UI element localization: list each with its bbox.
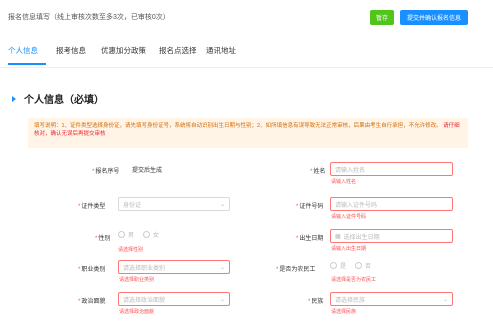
id-type-label: *证件类型 (78, 204, 106, 210)
save-draft-button[interactable]: 暂存 (370, 10, 394, 25)
migrant-label: *是否为农民工 (276, 267, 316, 273)
tab-address[interactable]: 通讯地址 (206, 45, 236, 56)
chevron-down-icon: ⌄ (219, 297, 225, 303)
chevron-right-icon (12, 95, 16, 102)
id-type-value: 身份证 (123, 202, 142, 209)
radio-female[interactable] (143, 231, 151, 238)
birth-date-picker[interactable]: ▦ 选择出生日期 (330, 229, 453, 243)
birth-date-label: *出生日期 (296, 236, 324, 242)
notice-text: 填写说明：1、证件类型选择身份证，请先填写身份证号，系统将自动识别出生日期与性别… (34, 123, 442, 129)
political-select[interactable]: 请选择政治面貌 ⌄ (118, 292, 230, 306)
occupation-error: 请选择职业类别 (119, 277, 155, 283)
occupation-label: *职业类别 (78, 267, 106, 273)
gender-radio-group[interactable]: 男 女 (112, 230, 159, 239)
political-error: 请选择政治面貌 (119, 309, 155, 315)
tab-exam-info[interactable]: 报考信息 (56, 45, 86, 56)
occupation-select[interactable]: 请选择职业类别 ⌄ (118, 260, 230, 274)
ethnicity-select[interactable]: 请选择民族 ⌄ (330, 292, 453, 306)
ethnicity-error: 请选择民族 (331, 309, 357, 315)
section-title: 个人信息（必填） (24, 95, 104, 106)
section-header: 个人信息（必填） (12, 91, 104, 106)
index-label: *报名序号 (92, 169, 120, 175)
id-number-input[interactable]: 请输入证件号码 (330, 197, 453, 211)
name-input[interactable]: 请输入姓名 (330, 162, 453, 176)
id-number-error: 请输入证件号码 (331, 214, 367, 220)
tab-bonus-policy[interactable]: 优惠加分政策 (101, 45, 146, 56)
calendar-icon: ▦ (335, 233, 341, 240)
id-type-select[interactable]: 身份证 ⌄ (118, 197, 230, 211)
tab-bar: 个人信息 报考信息 优惠加分政策 报名点选择 通讯地址 (0, 34, 493, 68)
migrant-error: 请选择是否为农民工 (331, 277, 377, 283)
chevron-down-icon: ⌄ (442, 297, 448, 303)
chevron-down-icon: ⌄ (219, 265, 225, 271)
name-error: 请输入姓名 (331, 179, 357, 185)
radio-yes[interactable] (330, 262, 337, 269)
birth-date-error: 请输入出生日期 (331, 246, 367, 252)
instruction-notice: 填写说明：1、证件类型选择身份证，请先填写身份证号，系统将自动识别出生日期与性别… (28, 118, 468, 148)
active-tab-indicator (8, 63, 46, 65)
gender-label: *性别 (95, 236, 111, 242)
tab-personal-info[interactable]: 个人信息 (8, 45, 38, 56)
submit-confirm-button[interactable]: 提交并确认报名信息 (400, 10, 468, 25)
gender-error: 请选择性别 (118, 247, 144, 253)
form-title: 报名信息填写（线上审核次数至多3次，已审核0次） (8, 14, 170, 21)
migrant-radio-group[interactable]: 是 否 (324, 261, 371, 270)
name-label: *姓名 (310, 169, 326, 175)
tab-exam-site[interactable]: 报名点选择 (159, 45, 197, 56)
radio-male[interactable] (118, 231, 125, 238)
index-value: 提交后生成 (132, 167, 163, 174)
political-label: *政治面貌 (78, 299, 106, 305)
chevron-down-icon: ⌄ (219, 202, 225, 208)
id-number-label: *证件号码 (296, 204, 324, 210)
radio-no[interactable] (355, 262, 363, 269)
ethnicity-label: *民族 (308, 299, 324, 305)
